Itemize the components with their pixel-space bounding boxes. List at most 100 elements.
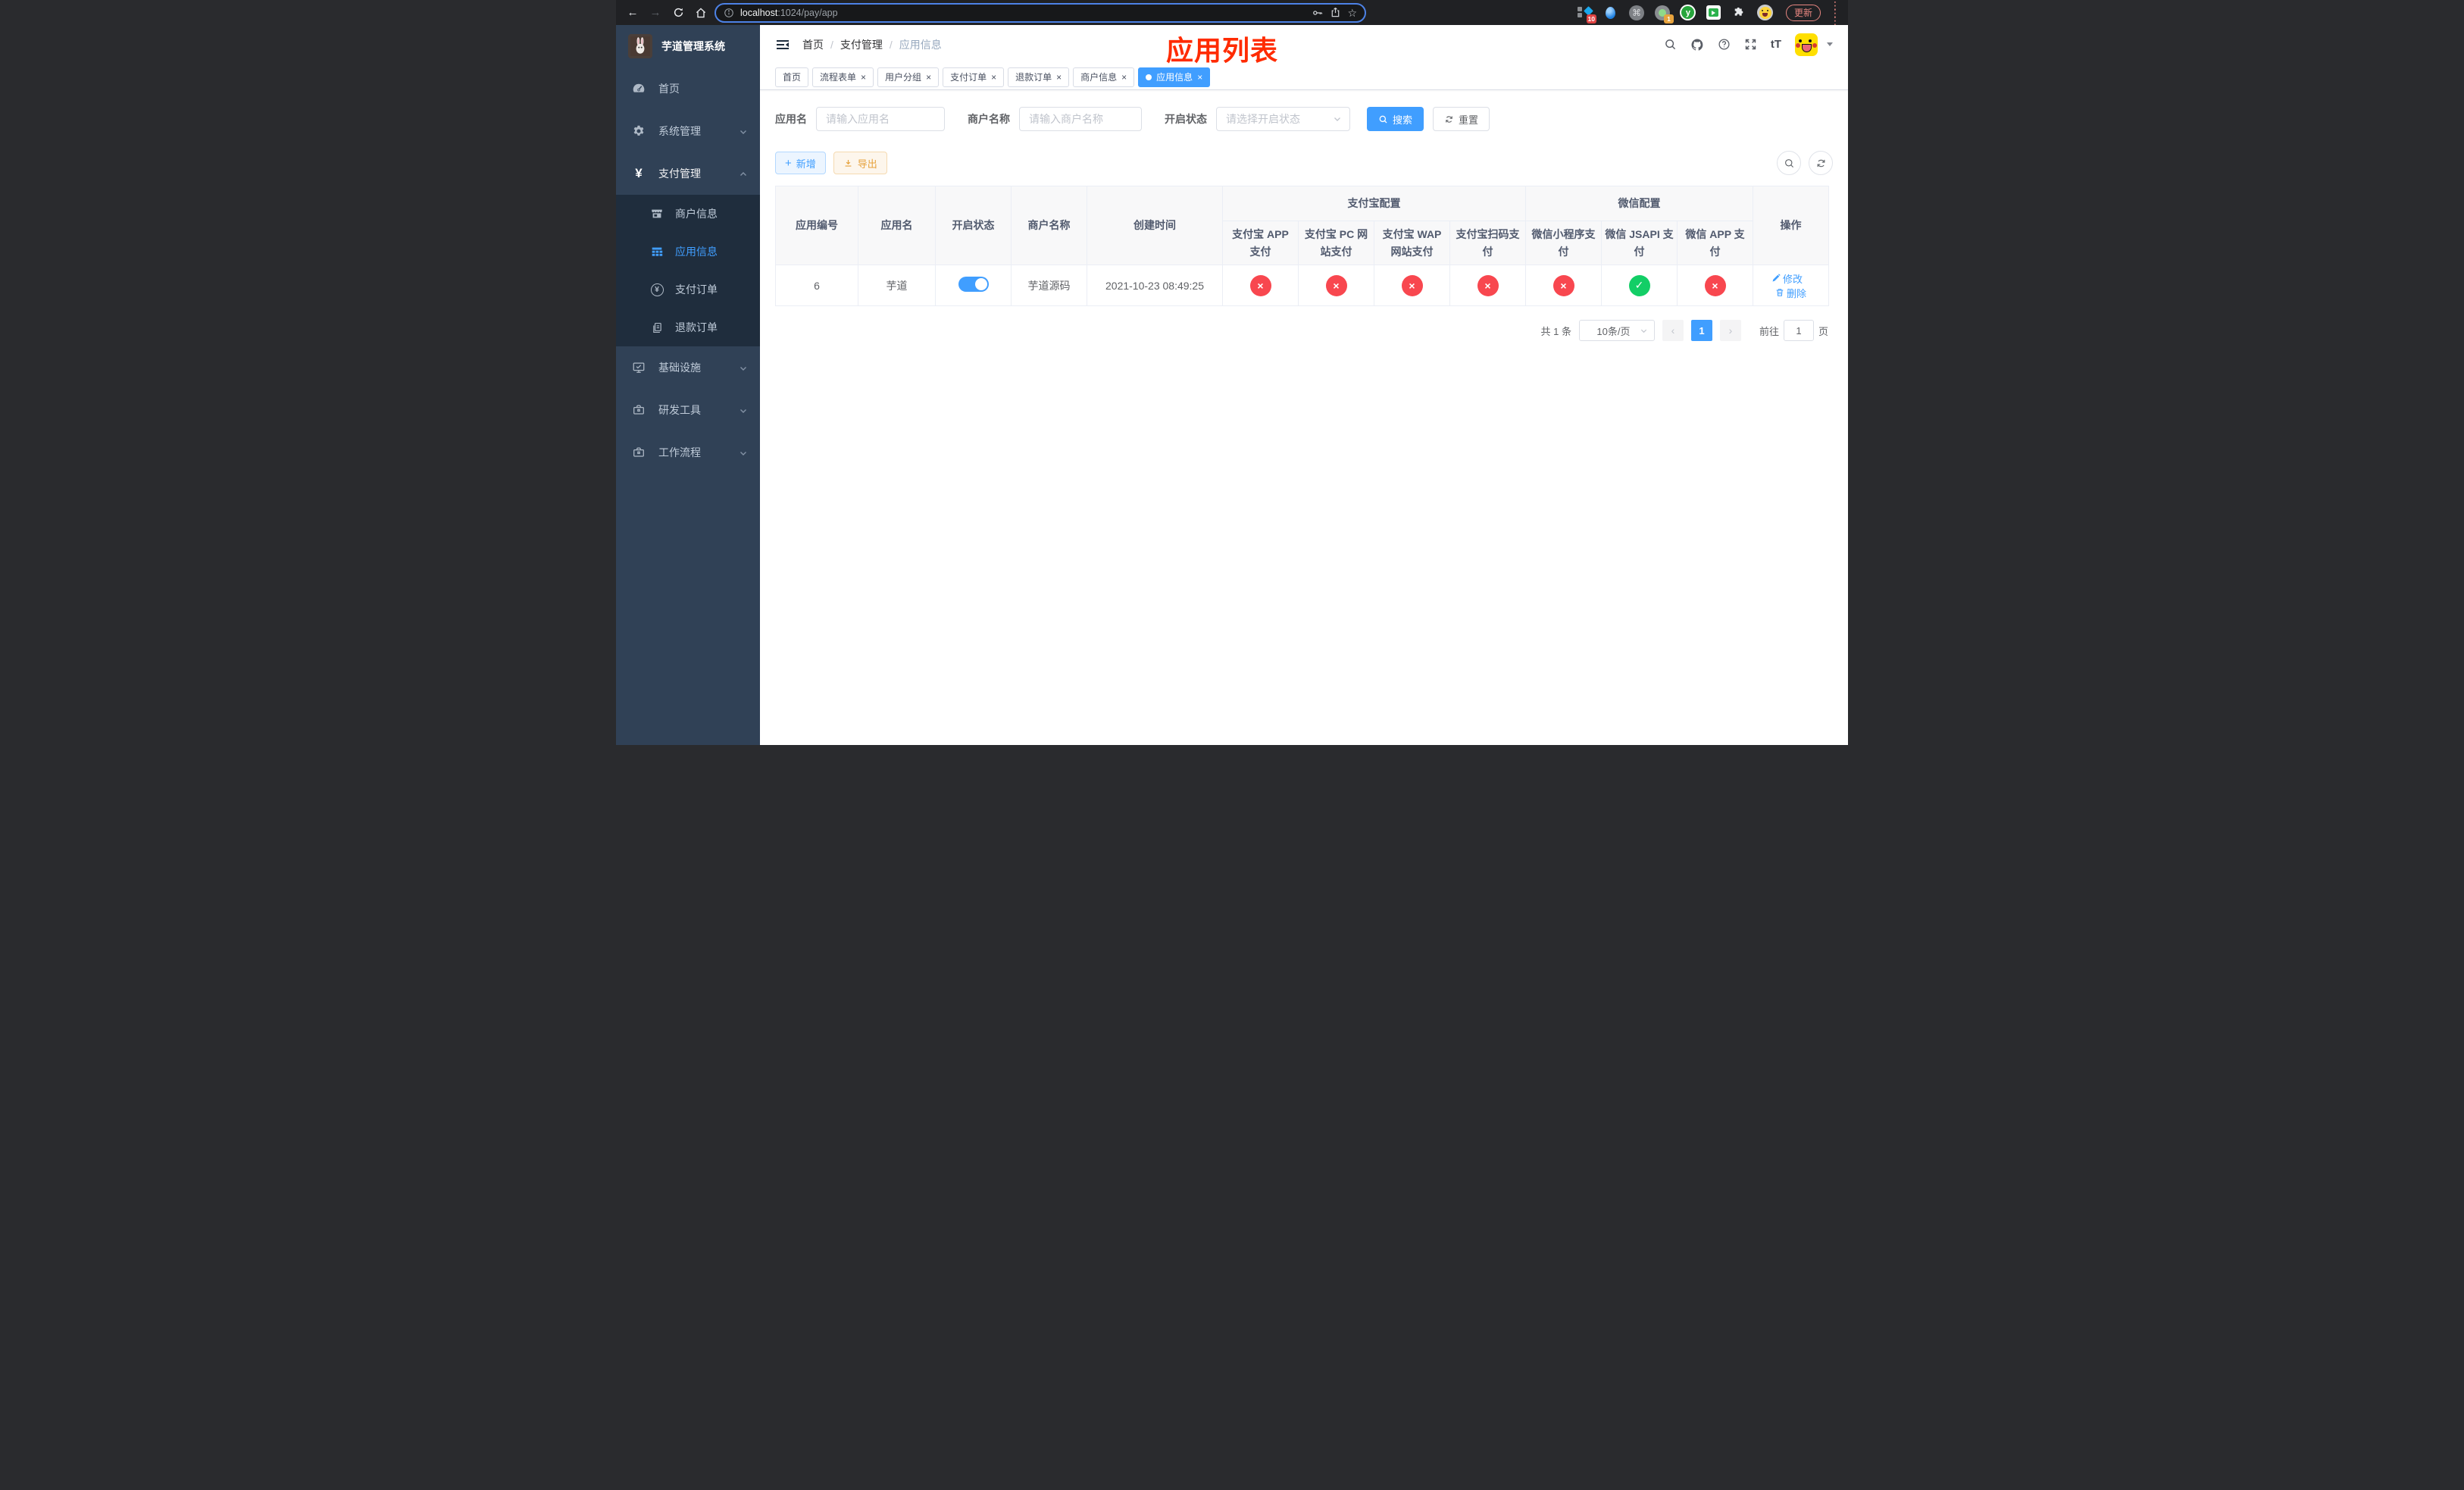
next-page-button[interactable]: › (1719, 320, 1741, 341)
reset-button[interactable]: 重置 (1433, 107, 1490, 131)
col-alipay-qr: 支付宝扫码支付 (1449, 221, 1526, 265)
tab-user-group[interactable]: 用户分组 × (877, 67, 940, 87)
col-app-id: 应用编号 (775, 186, 858, 265)
sidebar-item-system[interactable]: 系统管理 (616, 110, 760, 152)
extension-chat-icon[interactable] (1706, 5, 1722, 21)
site-info-icon[interactable] (724, 8, 734, 18)
cell-wechat-mini: × (1525, 265, 1602, 306)
gear-icon (631, 124, 646, 138)
page-1-button[interactable]: 1 (1690, 320, 1712, 341)
user-avatar[interactable] (1795, 33, 1818, 56)
sidebar-item-home[interactable]: 首页 (616, 67, 760, 110)
enabled-toggle[interactable] (958, 277, 989, 292)
prev-page-button[interactable]: ‹ (1662, 320, 1684, 341)
extension-blocks-icon[interactable]: 10 (1577, 5, 1596, 23)
browser-back-icon[interactable]: ← (624, 4, 642, 22)
extensions-puzzle-icon[interactable] (1731, 5, 1748, 21)
merchant-name-input[interactable] (1019, 107, 1142, 131)
sidebar-item-merchant-info[interactable]: 商户信息 (616, 195, 760, 233)
browser-forward-icon[interactable]: → (646, 4, 664, 22)
status-icon: × (1704, 274, 1726, 296)
font-size-icon[interactable]: tT (1771, 38, 1781, 51)
goto-page-input[interactable] (1783, 320, 1814, 341)
briefcase-icon (631, 403, 646, 417)
browser-update-button[interactable]: 更新 (1785, 4, 1821, 21)
tabs-bar: 首页 流程表单 × 用户分组 × 支付订单 × 退款订单 × 商户信息 × 应用信息 × (760, 64, 1848, 90)
col-created: 创建时间 (1087, 186, 1223, 265)
sidebar: 芋道管理系统 首页 系统管理 ¥ 支付管理 商户信息 应用信息 ¥ 支付订单 退… (616, 25, 760, 745)
sidebar-item-refund-orders[interactable]: 退款订单 (616, 308, 760, 346)
cell-created: 2021-10-23 08:49:25 (1087, 265, 1223, 306)
browser-menu-icon[interactable]: ⋮ ⋮ ⋮ (1830, 0, 1840, 26)
close-icon[interactable]: × (861, 73, 866, 82)
sidebar-item-app-info[interactable]: 应用信息 (616, 233, 760, 271)
extension-y-icon[interactable]: y (1680, 5, 1696, 21)
table-toolbar: + 新增 导出 (775, 151, 1833, 175)
tab-app-info[interactable]: 应用信息 × (1138, 67, 1211, 87)
browser-home-icon[interactable] (692, 4, 710, 22)
browser-reload-icon[interactable] (669, 4, 687, 22)
extension-target-icon[interactable]: 1 (1654, 5, 1674, 23)
close-icon[interactable]: × (991, 73, 996, 82)
trash-icon (1776, 289, 1784, 296)
extension-command-icon[interactable]: ⌘ (1628, 5, 1645, 21)
document-copy-icon (649, 321, 664, 334)
status-select[interactable]: 请选择开启状态 (1216, 107, 1350, 131)
sidebar-logo[interactable]: 芋道管理系统 (616, 25, 760, 67)
sidebar-item-workflow[interactable]: 工作流程 (616, 431, 760, 474)
tab-refund-orders[interactable]: 退款订单 × (1008, 67, 1070, 87)
refresh-table-button[interactable] (1809, 151, 1833, 175)
close-icon[interactable]: × (1121, 73, 1127, 82)
screen: ← → localhost:1024/pay/app ☆ 10 ⌘ 1 y 更新… (616, 0, 1848, 745)
col-wechat-app: 微信 APP 支付 (1676, 221, 1754, 265)
sidebar-fold-icon[interactable] (775, 37, 790, 52)
add-button[interactable]: + 新增 (775, 152, 826, 174)
breadcrumb-home[interactable]: 首页 (802, 37, 824, 52)
status-icon: × (1325, 274, 1347, 296)
fullscreen-icon[interactable] (1744, 38, 1757, 51)
toggle-search-button[interactable] (1777, 151, 1801, 175)
col-merchant: 商户名称 (1011, 186, 1087, 265)
sidebar-item-infra[interactable]: 基础设施 (616, 346, 760, 389)
annotation-title: 应用列表 (1165, 35, 1279, 66)
app-name-input[interactable] (816, 107, 945, 131)
header-search-icon[interactable] (1664, 38, 1677, 51)
sidebar-item-pay-orders[interactable]: ¥ 支付订单 (616, 271, 760, 308)
sidebar-item-dev-tools[interactable]: 研发工具 (616, 389, 760, 431)
yen-circle-icon: ¥ (649, 283, 664, 296)
pencil-icon (1772, 274, 1781, 282)
share-icon[interactable] (1330, 7, 1341, 18)
edit-link[interactable]: 修改 (1771, 271, 1803, 286)
close-icon[interactable]: × (1056, 73, 1062, 82)
col-wechat-mini: 微信小程序支付 (1525, 221, 1602, 265)
password-key-icon[interactable] (1312, 7, 1324, 19)
breadcrumb-current: 应用信息 (899, 38, 942, 51)
extension-balloon-icon[interactable] (1603, 5, 1619, 21)
status-icon: × (1249, 274, 1271, 296)
breadcrumb-pay[interactable]: 支付管理 (840, 37, 883, 52)
caret-down-icon[interactable] (1827, 42, 1833, 46)
search-button[interactable]: 搜索 (1367, 107, 1424, 131)
close-icon[interactable]: × (1197, 73, 1202, 82)
cell-merchant: 芋道源码 (1011, 265, 1087, 306)
plus-icon: + (785, 156, 792, 170)
bookmark-star-icon[interactable]: ☆ (1347, 8, 1357, 18)
store-icon (649, 207, 664, 221)
status-icon: × (1477, 274, 1499, 296)
help-icon[interactable] (1718, 38, 1731, 51)
delete-link[interactable]: 删除 (1775, 286, 1806, 300)
address-bar[interactable]: localhost:1024/pay/app ☆ (714, 2, 1366, 23)
export-button[interactable]: 导出 (833, 152, 887, 174)
chevron-down-icon (739, 446, 748, 459)
pay-submenu: 商户信息 应用信息 ¥ 支付订单 退款订单 (616, 195, 760, 346)
close-icon[interactable]: × (926, 73, 931, 82)
tab-process-form[interactable]: 流程表单 × (812, 67, 874, 87)
github-icon[interactable] (1690, 38, 1704, 52)
profile-emoji-icon[interactable] (1757, 5, 1774, 21)
page-size-select[interactable]: 10条/页 (1578, 320, 1655, 341)
col-app-name: 应用名 (858, 186, 936, 265)
tab-merchant-info[interactable]: 商户信息 × (1073, 67, 1135, 87)
tab-pay-orders[interactable]: 支付订单 × (943, 67, 1005, 87)
tab-home[interactable]: 首页 (775, 67, 809, 87)
sidebar-item-pay[interactable]: ¥ 支付管理 (616, 152, 760, 195)
